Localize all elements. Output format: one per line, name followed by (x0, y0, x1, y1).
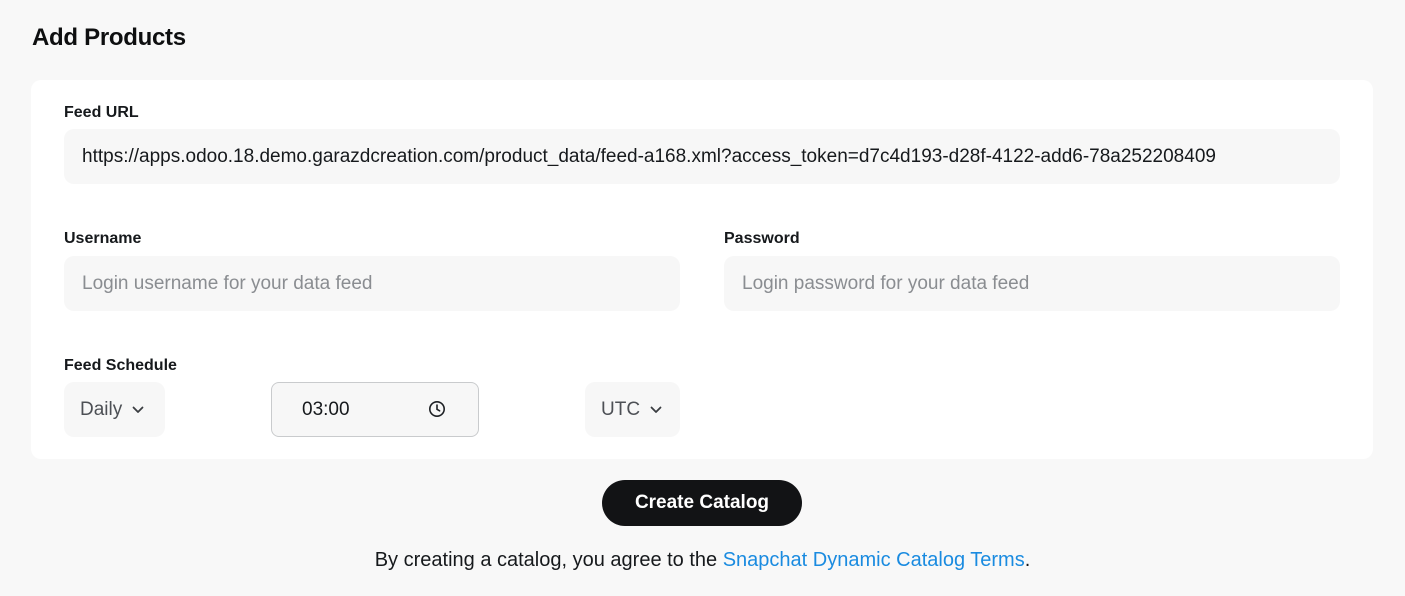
chevron-down-icon (649, 403, 663, 417)
frequency-select[interactable]: Daily (64, 382, 165, 437)
chevron-down-icon (131, 403, 145, 417)
password-label: Password (724, 230, 800, 247)
add-products-card: Feed URL Username Password Feed Schedule… (31, 80, 1373, 459)
timezone-select[interactable]: UTC (585, 382, 680, 437)
terms-suffix: . (1024, 549, 1031, 571)
feed-url-input[interactable] (64, 129, 1340, 184)
feed-url-label: Feed URL (64, 104, 139, 121)
timezone-value: UTC (601, 398, 641, 420)
page-title: Add Products (32, 24, 186, 51)
clock-icon[interactable] (428, 400, 446, 418)
create-catalog-button[interactable]: Create Catalog (602, 480, 802, 526)
catalog-terms-link[interactable]: Snapchat Dynamic Catalog Terms (723, 549, 1025, 571)
time-input[interactable]: 03:00 (271, 382, 479, 437)
feed-schedule-label: Feed Schedule (64, 357, 177, 374)
time-value: 03:00 (302, 398, 350, 420)
frequency-value: Daily (80, 398, 123, 420)
username-input[interactable] (64, 256, 680, 311)
terms-text: By creating a catalog, you agree to the … (0, 549, 1405, 572)
password-input[interactable] (724, 256, 1340, 311)
username-label: Username (64, 230, 142, 247)
terms-prefix: By creating a catalog, you agree to the (374, 549, 723, 571)
